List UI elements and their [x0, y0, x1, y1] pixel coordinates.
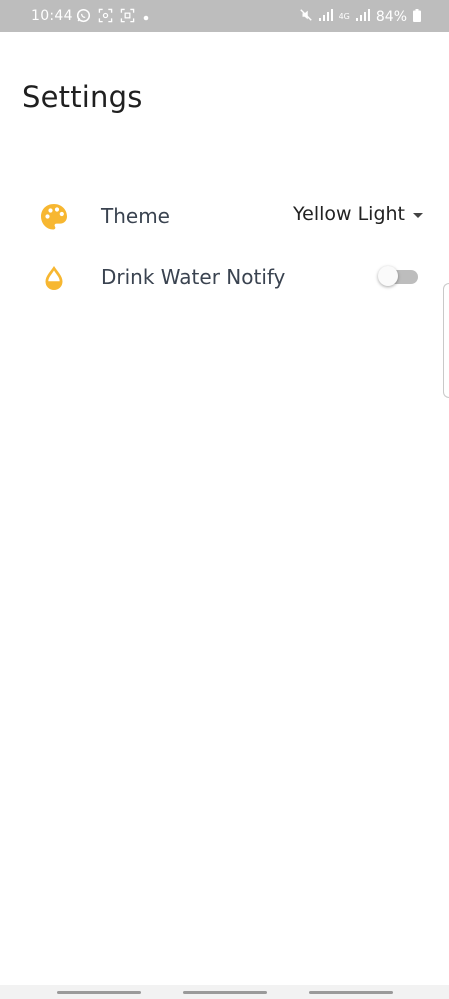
nav-home-button[interactable]: [183, 991, 267, 994]
status-left-icons: [76, 8, 150, 27]
nav-recents-button[interactable]: [57, 991, 141, 994]
mute-icon: [299, 8, 313, 26]
setting-row-theme[interactable]: Theme Yellow Light: [0, 188, 449, 244]
notification-dot-icon: [142, 10, 150, 26]
chevron-down-icon: [413, 212, 423, 218]
screenshot-icon: [98, 8, 113, 27]
theme-label: Theme: [101, 204, 170, 228]
network-type-label: 4G: [338, 12, 350, 21]
signal-icon: [355, 9, 370, 25]
screen: 10:44 4G 84% Settings Theme Yellow Light…: [0, 0, 449, 999]
water-drop-icon: [38, 262, 70, 294]
drink-water-label: Drink Water Notify: [101, 265, 286, 289]
edge-panel-handle[interactable]: [443, 283, 449, 398]
drink-water-toggle[interactable]: [378, 266, 418, 286]
battery-percent: 84%: [375, 9, 407, 25]
theme-dropdown[interactable]: Yellow Light: [293, 203, 423, 225]
toggle-thumb: [378, 266, 398, 286]
battery-icon: [413, 8, 421, 26]
nav-back-button[interactable]: [309, 991, 393, 994]
screenshot-icon: [120, 8, 135, 27]
navigation-bar: [0, 985, 449, 999]
status-time: 10:44: [31, 8, 73, 24]
signal-icon: [318, 9, 333, 25]
status-right-icons: 4G 84%: [299, 8, 421, 26]
theme-dropdown-value: Yellow Light: [293, 203, 405, 225]
whatsapp-icon: [76, 8, 91, 27]
status-bar: 10:44 4G 84%: [0, 0, 449, 32]
page-title: Settings: [22, 80, 143, 114]
network-type-icon: 4G: [339, 13, 350, 21]
palette-icon: [38, 201, 70, 233]
setting-row-drink-water[interactable]: Drink Water Notify: [0, 249, 449, 305]
